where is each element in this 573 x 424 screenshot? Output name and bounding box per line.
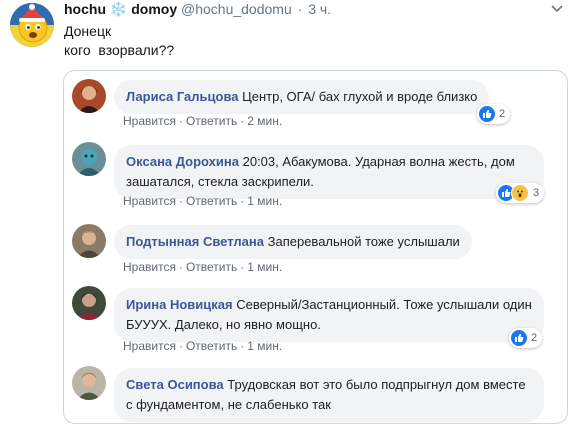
like-button[interactable]: Нравится [123,194,176,208]
avatar[interactable] [72,224,106,258]
reaction-count: 3 [533,187,540,199]
reaction-summary[interactable]: 3 [496,183,545,203]
comment-text: Заперевальной тоже услышали [267,234,460,249]
avatar[interactable] [72,366,106,400]
tweet-time[interactable]: 3 ч. [308,1,331,17]
comment-bubble: Лариса Гальцова Центр, ОГА/ бах глухой и… [114,80,490,114]
emoji-face-icon [10,3,54,47]
comment-time[interactable]: 1 мин. [247,260,282,274]
wow-icon [511,184,529,202]
comment-bubble: Ирина Новицкая Северный/Застанционный. Т… [114,288,544,342]
comment-actions: Нравится · Ответить · 1 мин. [123,260,283,274]
tweet-separator: · [297,1,303,17]
reply-button[interactable]: Ответить [186,339,237,353]
comment-author[interactable]: Лариса Гальцова [126,89,239,104]
avatar[interactable] [10,3,54,47]
like-button[interactable]: Нравится [123,114,176,128]
reaction-count: 2 [531,332,538,344]
like-icon [479,106,495,122]
avatar[interactable] [72,286,106,320]
reaction-count: 2 [499,108,506,120]
comment-bubble: Света Осипова Трудовская вот это было по… [114,368,544,422]
reaction-summary[interactable]: 2 [509,328,543,348]
comment-author[interactable]: Ирина Новицкая [126,297,233,312]
reply-button[interactable]: Ответить [186,194,237,208]
snowflake-icon: ❄️ [109,1,128,17]
comment-time[interactable]: 2 мин. [247,114,282,128]
reply-button[interactable]: Ответить [186,114,237,128]
comment-time[interactable]: 1 мин. [247,194,282,208]
tweet-author-name[interactable]: hochu ❄️ domoy [64,1,177,17]
comment-author[interactable]: Света Осипова [126,377,224,392]
tweet-text: Донецк кого взорвали?? [64,23,175,58]
like-button[interactable]: Нравится [123,339,176,353]
chevron-down-icon[interactable] [551,2,563,16]
comment-actions: Нравится · Ответить · 2 мин. [123,114,283,128]
comment-author[interactable]: Подтынная Светлана [126,234,264,249]
reply-button[interactable]: Ответить [186,260,237,274]
avatar[interactable] [72,79,106,113]
embedded-image-card[interactable]: Лариса Гальцова Центр, ОГА/ бах глухой и… [63,70,568,424]
avatar[interactable] [72,142,106,176]
comment-bubble: Подтынная Светлана Заперевальной тоже ус… [114,225,472,259]
comment-actions: Нравится · Ответить · 1 мин. [123,339,283,353]
comment-author[interactable]: Оксана Дорохина [126,154,239,169]
comment-bubble: Оксана Дорохина 20:03, Абакумова. Ударна… [114,145,544,199]
tweet-header: hochu ❄️ domoy @hochu_dodomu · 3 ч. [64,1,331,18]
like-button[interactable]: Нравится [123,260,176,274]
comment-time[interactable]: 1 мин. [247,339,282,353]
tweet-handle[interactable]: @hochu_dodomu [181,1,292,17]
comment-actions: Нравится · Ответить · 1 мин. [123,194,283,208]
reaction-summary[interactable]: 2 [477,104,511,124]
like-icon [511,330,527,346]
comment-text: Центр, ОГА/ бах глухой и вроде близко [242,89,478,104]
